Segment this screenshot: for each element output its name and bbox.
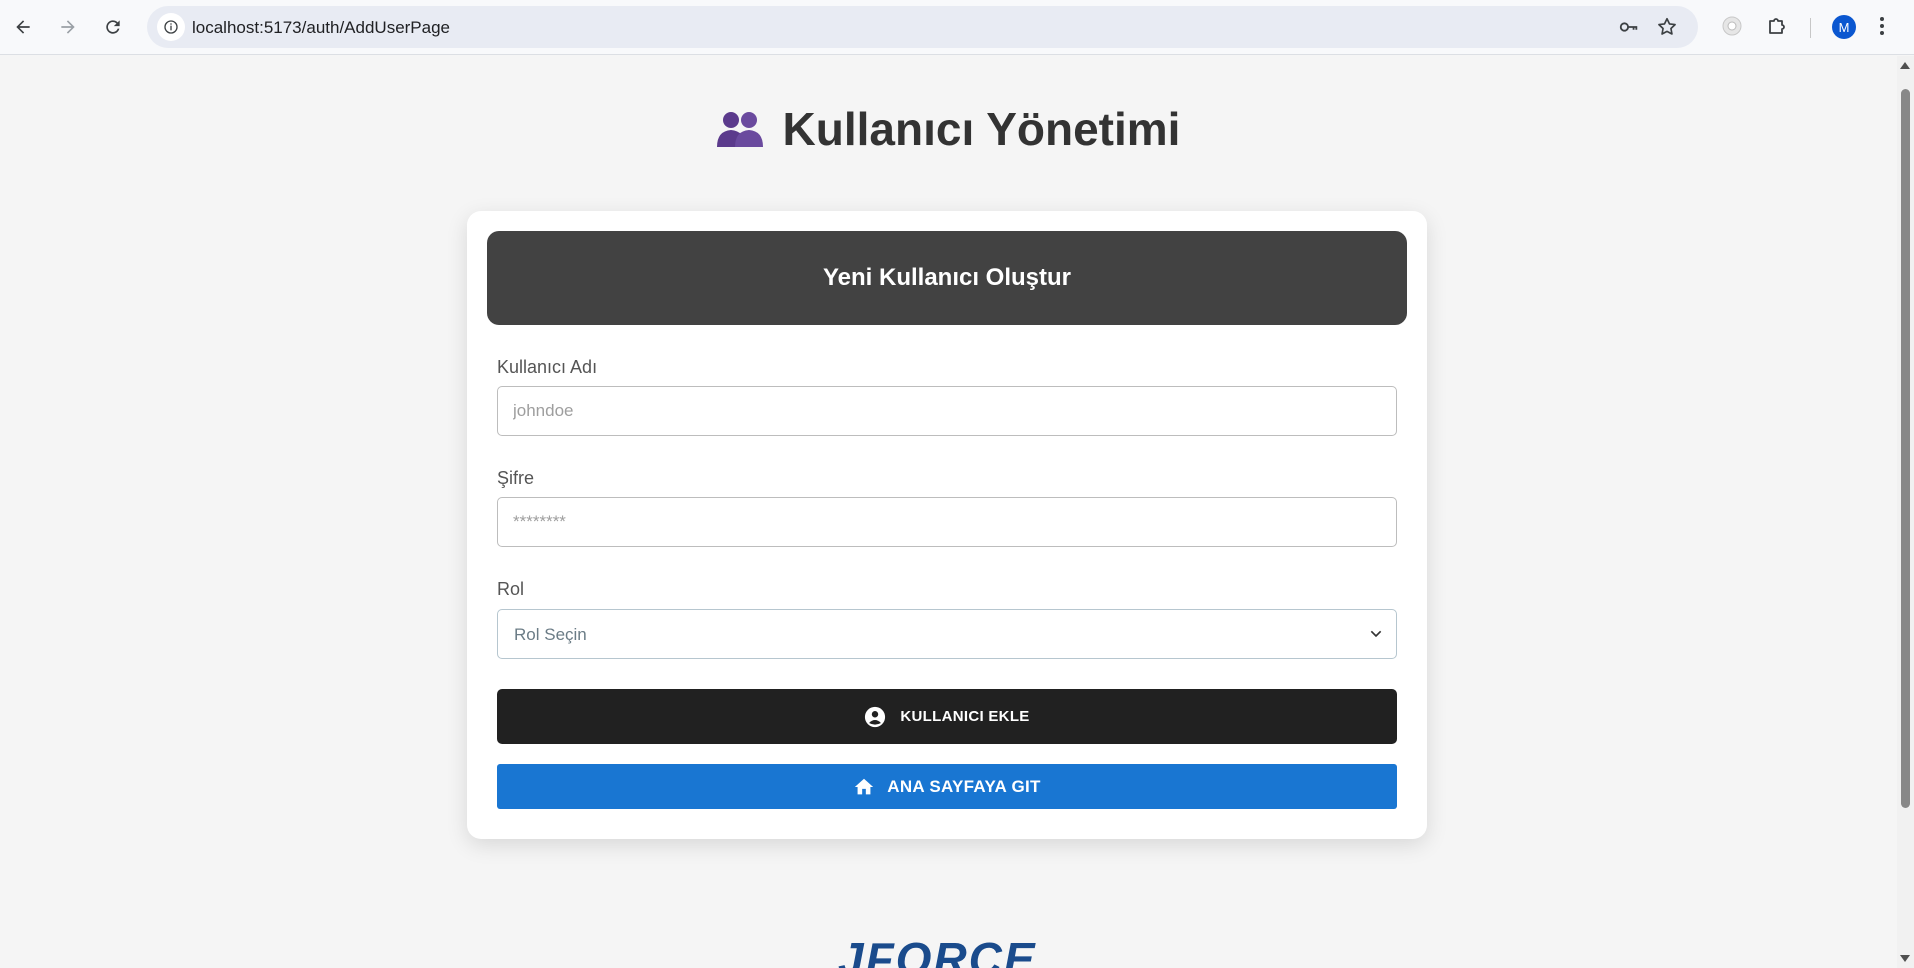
profile-avatar[interactable]: M — [1832, 15, 1856, 39]
reload-button[interactable] — [96, 10, 130, 44]
back-button[interactable] — [6, 10, 40, 44]
scroll-thumb[interactable] — [1901, 89, 1910, 808]
people-icon — [716, 112, 763, 147]
reload-icon — [106, 20, 120, 34]
chevron-down-icon — [1370, 630, 1382, 638]
add-user-button-label: KULLANICI EKLE — [900, 708, 1030, 725]
account-circle-icon — [865, 706, 886, 727]
scroll-down-arrow-icon[interactable] — [1900, 955, 1910, 962]
go-home-button-label: ANA SAYFAYA GIT — [887, 776, 1041, 796]
password-input[interactable] — [497, 497, 1397, 547]
forward-button[interactable] — [51, 10, 85, 44]
role-select-value: Rol Seçin — [514, 625, 587, 644]
browser-toolbar: localhost:5173/auth/AddUserPage M — [0, 0, 1914, 55]
company-logo: JFORCE — [838, 936, 1052, 968]
role-label: Rol — [497, 579, 525, 599]
site-info-icon[interactable] — [157, 13, 185, 41]
add-user-button[interactable]: KULLANICI EKLE — [497, 689, 1397, 744]
address-bar[interactable]: localhost:5173/auth/AddUserPage — [147, 6, 1698, 48]
arrow-right-icon — [61, 20, 75, 34]
go-home-button[interactable]: ANA SAYFAYA GIT — [497, 764, 1397, 809]
username-input[interactable] — [497, 386, 1397, 436]
role-select[interactable]: Rol Seçin — [497, 609, 1397, 659]
page-title-text: Kullanıcı Yönetimi — [782, 103, 1181, 155]
arrow-left-icon — [16, 20, 30, 34]
password-key-icon[interactable] — [1618, 16, 1640, 43]
password-label: Şifre — [497, 468, 535, 488]
toolbar-divider — [1810, 18, 1811, 38]
home-icon — [855, 778, 874, 794]
extension-icon[interactable] — [1720, 14, 1744, 43]
bookmark-star-icon[interactable] — [1656, 16, 1678, 43]
logo-text: JFORCE — [838, 936, 1037, 968]
card-header: Yeni Kullanıcı Oluştur — [487, 231, 1407, 325]
page-title: Kullanıcı Yönetimi — [0, 102, 1897, 156]
username-label: Kullanıcı Adı — [497, 357, 598, 377]
url-text: localhost:5173/auth/AddUserPage — [192, 18, 451, 37]
menu-kebab-icon[interactable] — [1878, 14, 1886, 43]
add-user-card: Yeni Kullanıcı Oluştur Kullanıcı Adı Şif… — [467, 211, 1427, 839]
scroll-up-arrow-icon[interactable] — [1900, 62, 1910, 69]
puzzle-icon[interactable] — [1765, 14, 1789, 43]
